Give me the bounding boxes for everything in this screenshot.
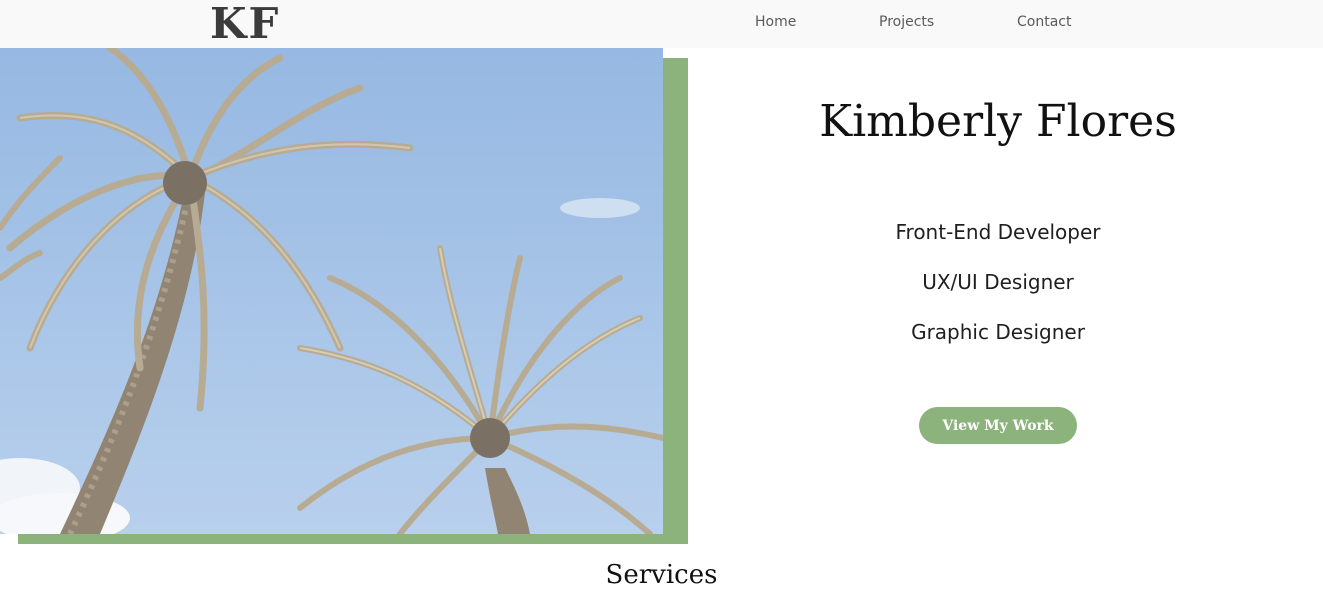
view-my-work-button[interactable]: View My Work: [919, 407, 1077, 444]
nav-link-home[interactable]: Home: [755, 14, 796, 30]
site-header: KF Home Projects Contact: [0, 0, 1323, 48]
nav-link-projects[interactable]: Projects: [879, 14, 934, 30]
role-ux-ui-designer: UX/UI Designer: [922, 270, 1074, 294]
site-logo[interactable]: KF: [210, 0, 280, 48]
palm-trees-illustration: [0, 48, 663, 534]
hero-name-heading: Kimberly Flores: [819, 96, 1177, 147]
role-graphic-designer: Graphic Designer: [911, 320, 1085, 344]
role-front-end-developer: Front-End Developer: [895, 220, 1101, 244]
hero-image: [0, 48, 663, 534]
nav-link-contact[interactable]: Contact: [1017, 14, 1071, 30]
services-heading: Services: [605, 560, 718, 590]
